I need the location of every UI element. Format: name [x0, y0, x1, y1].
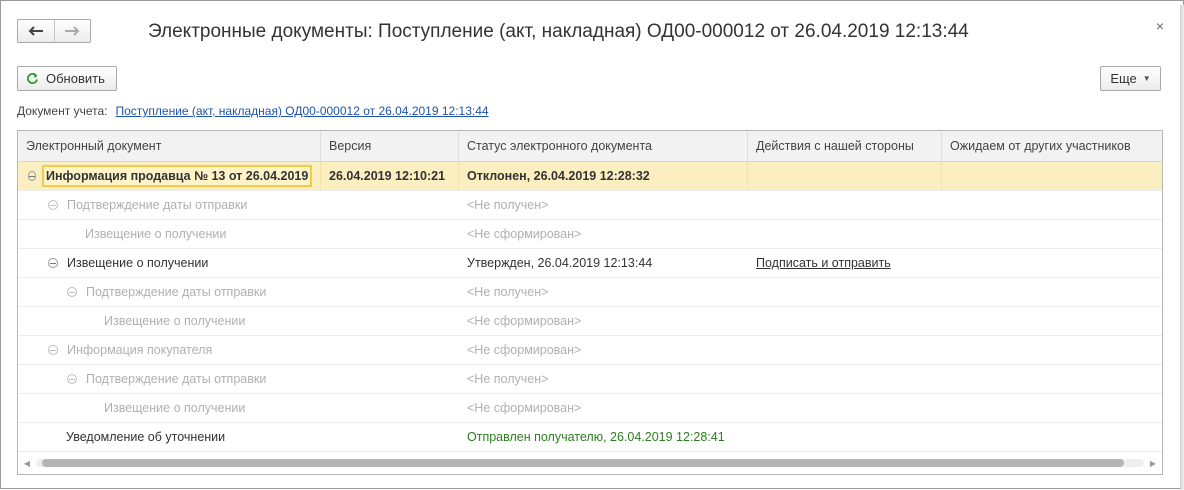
scroll-left-icon[interactable]: ◀	[18, 459, 36, 468]
row-document-name: Извещение о получении	[104, 314, 246, 328]
row-status: <Не сформирован>	[467, 227, 582, 241]
row-status: <Не сформирован>	[467, 343, 582, 357]
row-status: <Не получен>	[467, 198, 549, 212]
table-row[interactable]: Извещение о получении <Не сформирован>	[18, 220, 1162, 249]
document-link[interactable]: Поступление (акт, накладная) ОД00-000012…	[115, 104, 488, 118]
row-awaiting	[942, 249, 1162, 277]
row-awaiting	[942, 394, 1162, 422]
table-row[interactable]: Подтверждение даты отправки <Не получен>	[18, 191, 1162, 220]
refresh-button[interactable]: Обновить	[17, 66, 117, 91]
row-awaiting	[942, 191, 1162, 219]
row-awaiting	[942, 423, 1162, 451]
collapse-icon[interactable]	[67, 374, 77, 384]
table-header: Электронный документ Версия Статус элект…	[18, 131, 1162, 162]
row-document-name: Информация продавца № 13 от 26.04.2019	[42, 165, 313, 187]
row-version	[321, 220, 459, 248]
row-status: Отправлен получателю, 26.04.2019 12:28:4…	[467, 430, 725, 444]
row-status: Утвержден, 26.04.2019 12:13:44	[467, 256, 653, 270]
table-row[interactable]: Извещение о получении Утвержден, 26.04.2…	[18, 249, 1162, 278]
row-status: Отклонен, 26.04.2019 12:28:32	[459, 162, 748, 190]
row-status: <Не получен>	[467, 285, 549, 299]
arrow-left-icon	[28, 26, 43, 36]
sign-and-send-link[interactable]: Подписать и отправить	[756, 256, 891, 270]
window: Электронные документы: Поступление (акт,…	[0, 0, 1184, 490]
row-document-name: Подтверждение даты отправки	[86, 372, 267, 386]
row-version: 26.04.2019 12:10:21	[321, 162, 459, 190]
row-version	[321, 423, 459, 451]
more-button[interactable]: Еще ▼	[1100, 66, 1161, 91]
table-row[interactable]: Информация покупателя <Не сформирован>	[18, 336, 1162, 365]
row-document-name: Подтверждение даты отправки	[67, 198, 248, 212]
window-title: Электронные документы: Поступление (акт,…	[148, 21, 969, 42]
row-action	[748, 278, 942, 306]
row-document-name: Извещение о получении	[67, 256, 209, 270]
close-button[interactable]: ×	[1153, 18, 1167, 34]
row-action	[748, 365, 942, 393]
more-label: Еще	[1110, 71, 1137, 86]
row-document-name: Извещение о получении	[104, 401, 246, 415]
table-row[interactable]: Уведомление об уточнении Отправлен получ…	[18, 423, 1162, 452]
row-awaiting	[942, 307, 1162, 335]
row-awaiting	[942, 162, 1162, 190]
collapse-icon[interactable]	[48, 258, 58, 268]
table-row[interactable]: Подтверждение даты отправки <Не получен>	[18, 365, 1162, 394]
scroll-track[interactable]	[36, 459, 1144, 467]
row-status: <Не сформирован>	[467, 401, 582, 415]
column-header-our-actions[interactable]: Действия с нашей стороны	[748, 131, 942, 161]
document-row: Документ учета: Поступление (акт, наклад…	[17, 104, 489, 118]
column-header-document[interactable]: Электронный документ	[18, 131, 321, 161]
scroll-thumb[interactable]	[42, 459, 1124, 467]
refresh-icon	[26, 72, 39, 85]
row-awaiting	[942, 278, 1162, 306]
collapse-icon[interactable]	[48, 345, 58, 355]
column-header-status[interactable]: Статус электронного документа	[459, 131, 748, 161]
row-status: <Не получен>	[467, 372, 549, 386]
row-version	[321, 249, 459, 277]
row-awaiting	[942, 365, 1162, 393]
column-header-version[interactable]: Версия	[321, 131, 459, 161]
table-row[interactable]: Информация продавца № 13 от 26.04.2019 2…	[18, 162, 1162, 191]
collapse-icon[interactable]	[28, 171, 36, 181]
row-version	[321, 365, 459, 393]
row-version	[321, 307, 459, 335]
row-status: <Не сформирован>	[467, 314, 582, 328]
row-document-name: Уведомление об уточнении	[66, 430, 226, 444]
row-action	[748, 394, 942, 422]
row-action	[748, 336, 942, 364]
document-label: Документ учета:	[17, 104, 108, 118]
row-action	[748, 162, 942, 190]
row-action	[748, 191, 942, 219]
row-document-name: Подтверждение даты отправки	[86, 285, 267, 299]
close-icon: ×	[1155, 18, 1165, 34]
forward-button[interactable]	[53, 20, 90, 42]
row-action	[748, 423, 942, 451]
table-row[interactable]: Подтверждение даты отправки <Не получен>	[18, 278, 1162, 307]
table-row[interactable]: Извещение о получении <Не сформирован>	[18, 394, 1162, 423]
row-awaiting	[942, 220, 1162, 248]
horizontal-scrollbar[interactable]: ◀ ▶	[18, 452, 1162, 474]
row-version	[321, 336, 459, 364]
row-version	[321, 278, 459, 306]
arrow-right-icon	[65, 26, 80, 36]
back-button[interactable]	[18, 20, 54, 42]
row-document-name: Извещение о получении	[85, 227, 227, 241]
row-document-name: Информация покупателя	[67, 343, 213, 357]
scroll-right-icon[interactable]: ▶	[1144, 459, 1162, 468]
row-awaiting	[942, 336, 1162, 364]
nav-buttons	[17, 19, 91, 43]
row-version	[321, 394, 459, 422]
row-version	[321, 191, 459, 219]
table-row[interactable]: Извещение о получении <Не сформирован>	[18, 307, 1162, 336]
refresh-label: Обновить	[46, 71, 105, 86]
row-action	[748, 220, 942, 248]
row-action	[748, 307, 942, 335]
collapse-icon[interactable]	[67, 287, 77, 297]
column-header-awaiting[interactable]: Ожидаем от других участников	[942, 131, 1162, 161]
documents-table: Электронный документ Версия Статус элект…	[17, 130, 1163, 475]
caret-down-icon: ▼	[1142, 74, 1151, 83]
collapse-icon[interactable]	[48, 200, 58, 210]
